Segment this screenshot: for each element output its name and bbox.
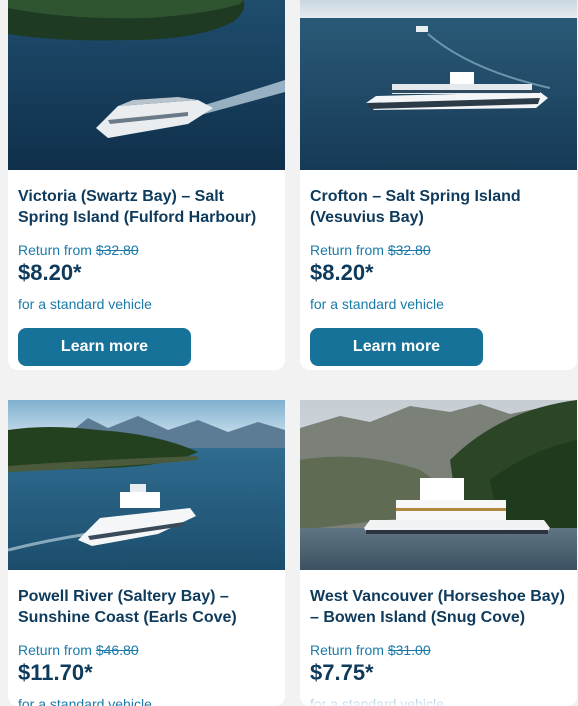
return-from-line: Return from $32.80 [310, 242, 567, 258]
ferry-photo [300, 0, 577, 170]
return-from-label: Return from [310, 642, 388, 658]
route-card-horseshoe-snug: West Vancouver (Horseshoe Bay) – Bowen I… [300, 400, 577, 706]
return-from-line: Return from $32.80 [18, 242, 275, 258]
original-price: $32.80 [95, 242, 139, 258]
card-body: Crofton – Salt Spring Island (Vesuvius B… [300, 170, 577, 366]
card-body: Victoria (Swartz Bay) – Salt Spring Isla… [8, 170, 285, 366]
route-title: West Vancouver (Horseshoe Bay) – Bowen I… [310, 588, 565, 626]
sale-price: $8.20* [18, 260, 82, 285]
route-card-swartz-bay-fulford: Victoria (Swartz Bay) – Salt Spring Isla… [8, 0, 285, 370]
route-card-saltery-earls: Powell River (Saltery Bay) – Sunshine Co… [8, 400, 285, 706]
original-price: $32.80 [387, 242, 431, 258]
ferry-photo [8, 400, 285, 570]
sale-price: $7.75* [310, 660, 374, 685]
route-card-crofton-vesuvius: Crofton – Salt Spring Island (Vesuvius B… [300, 0, 577, 370]
sale-price: $8.20* [310, 260, 374, 285]
route-title: Victoria (Swartz Bay) – Salt Spring Isla… [18, 188, 257, 226]
return-from-line: Return from $31.00 [310, 642, 567, 658]
ferry-photo [300, 400, 577, 570]
vehicle-note: for a standard vehicle [310, 296, 444, 312]
vehicle-note: for a standard vehicle [18, 696, 152, 706]
card-body: West Vancouver (Horseshoe Bay) – Bowen I… [300, 570, 577, 706]
ferry-photo [8, 0, 285, 170]
card-body: Powell River (Saltery Bay) – Sunshine Co… [8, 570, 285, 706]
route-title: Powell River (Saltery Bay) – Sunshine Co… [18, 588, 237, 626]
vehicle-note: for a standard vehicle [310, 696, 444, 706]
return-from-label: Return from [18, 642, 96, 658]
return-from-label: Return from [310, 242, 388, 258]
original-price: $46.80 [95, 642, 139, 658]
return-from-label: Return from [18, 242, 96, 258]
vehicle-note: for a standard vehicle [18, 296, 152, 312]
learn-more-button[interactable]: Learn more [18, 328, 191, 366]
original-price: $31.00 [387, 642, 431, 658]
learn-more-button[interactable]: Learn more [310, 328, 483, 366]
sale-price: $11.70* [18, 660, 93, 685]
return-from-line: Return from $46.80 [18, 642, 275, 658]
route-title: Crofton – Salt Spring Island (Vesuvius B… [310, 188, 521, 226]
